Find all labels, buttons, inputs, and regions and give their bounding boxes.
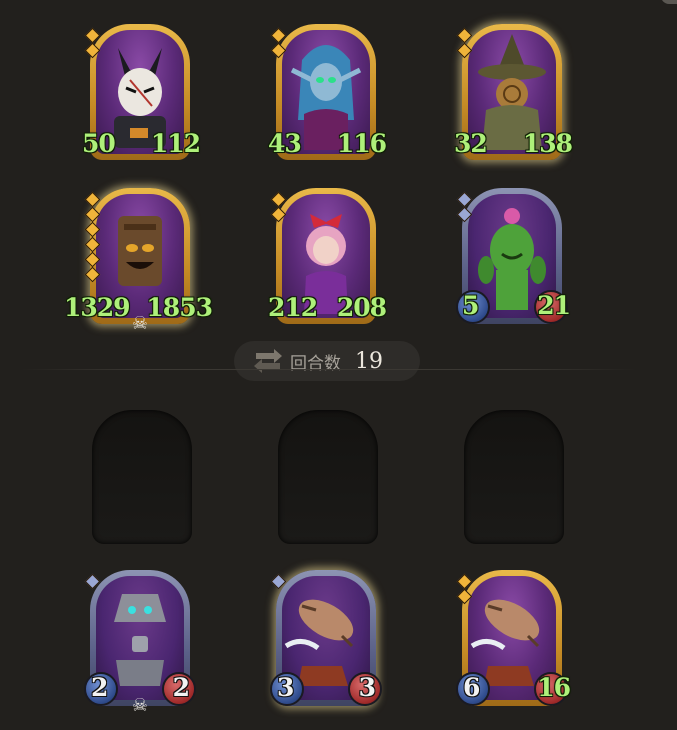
attack-value: 2 — [91, 673, 108, 702]
tier-pips — [84, 27, 101, 60]
attack-value: 3 — [277, 673, 294, 702]
tier-pips — [456, 27, 473, 60]
elf-lady-card[interactable]: 43 116 — [268, 20, 387, 164]
health-value: 112 — [150, 129, 201, 158]
tier-pip-icon — [270, 191, 287, 208]
health-value: 138 — [522, 129, 573, 158]
tier-pip-icon — [84, 251, 101, 268]
cactus-card[interactable]: 5 21 — [456, 184, 571, 328]
swap-arrows-icon — [254, 349, 282, 373]
robot-bell-card[interactable]: 2 2 ☠ — [84, 566, 196, 716]
tier-pip-icon — [84, 221, 101, 238]
health-value: 2 — [172, 673, 190, 702]
tier-pip-icon — [84, 42, 101, 59]
tier-pips — [270, 191, 287, 224]
tier-pips — [270, 27, 287, 60]
attack-value: 32 — [454, 129, 488, 158]
empty-slot[interactable] — [278, 410, 378, 544]
blimp-card[interactable]: 3 3 — [270, 566, 382, 710]
attack-value: 50 — [82, 129, 116, 158]
deathrattle-skull-icon: ☠ — [131, 695, 149, 716]
attack-value: 1329 — [64, 293, 131, 322]
turn-counter: 回合数 19 — [234, 341, 420, 381]
deathrattle-skull-icon: ☠ — [131, 313, 149, 334]
tier-pip-icon — [456, 206, 473, 223]
tier-pip-icon — [456, 191, 473, 208]
health-value: 116 — [336, 129, 387, 158]
blimp-gold-card[interactable]: 6 16 — [456, 566, 571, 710]
empty-slot[interactable] — [464, 410, 564, 544]
attack-value: 6 — [463, 673, 480, 702]
attack-value: 212 — [268, 293, 318, 322]
health-value: 21 — [537, 291, 571, 320]
tier-pip-icon — [456, 573, 473, 590]
tier-pip-icon — [270, 206, 287, 223]
health-value: 16 — [537, 673, 571, 702]
tier-pip-icon — [84, 27, 101, 44]
tier-pips — [84, 191, 101, 284]
tier-pip-icon — [456, 27, 473, 44]
tier-pip-icon — [270, 573, 287, 590]
bow-girl-card[interactable]: 212 208 — [268, 184, 387, 328]
game-board: 50 112 43 116 32 138 1329 1853 ☠ 212 208… — [0, 0, 677, 730]
tier-pips — [456, 191, 473, 224]
witch-hat-card[interactable]: 32 138 — [454, 20, 573, 164]
attack-value: 5 — [462, 291, 479, 320]
tier-pip-icon — [84, 236, 101, 253]
tier-pip-icon — [270, 42, 287, 59]
board-divider — [20, 369, 637, 370]
tier-pip-icon — [84, 191, 101, 208]
empty-slot[interactable] — [92, 410, 192, 544]
rabbit-mask-card[interactable]: 50 112 — [82, 20, 201, 164]
tier-pip-icon — [84, 573, 101, 590]
health-value: 208 — [336, 293, 387, 322]
corner-tab — [661, 0, 677, 4]
health-value: 1853 — [146, 293, 213, 322]
tier-pips — [270, 573, 287, 591]
tier-pip-icon — [84, 266, 101, 283]
totem-mask-card[interactable]: 1329 1853 ☠ — [64, 184, 213, 334]
tier-pips — [456, 573, 473, 606]
tier-pips — [84, 573, 101, 591]
health-value: 3 — [358, 673, 376, 702]
tier-pip-icon — [456, 588, 473, 605]
attack-value: 43 — [268, 129, 302, 158]
tier-pip-icon — [456, 42, 473, 59]
tier-pip-icon — [270, 27, 287, 44]
tier-pip-icon — [84, 206, 101, 223]
